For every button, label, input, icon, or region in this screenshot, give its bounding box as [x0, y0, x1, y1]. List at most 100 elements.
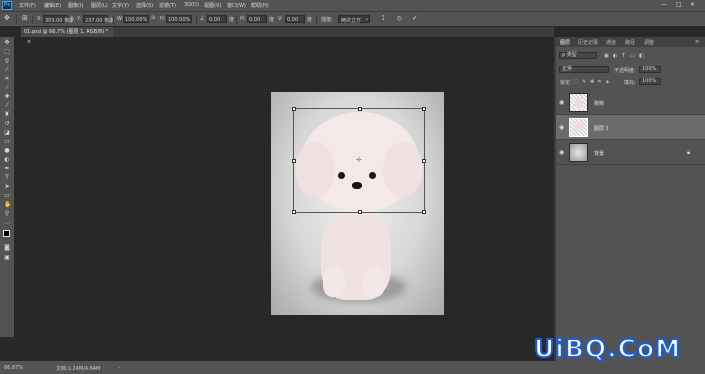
menu-select[interactable]: 选择(S) [136, 2, 153, 9]
layer-row-background[interactable]: ◉ 背景 🔒︎ [556, 140, 705, 165]
menu-window[interactable]: 窗口(W) [227, 2, 246, 9]
quick-select-tool-icon[interactable]: ⁄ [4, 67, 10, 73]
transform-handle-top-right[interactable] [422, 107, 426, 111]
filter-smart-object-icon[interactable]: ◧ [639, 53, 644, 59]
visibility-eye-icon[interactable]: ◉ [559, 99, 564, 106]
healing-brush-tool-icon[interactable]: ✚ [4, 94, 10, 100]
dodge-tool-icon[interactable]: ◐ [4, 157, 10, 163]
hand-tool-icon[interactable]: ✋ [4, 202, 11, 208]
pen-tool-icon[interactable]: ✒ [4, 166, 10, 172]
quick-mask-icon[interactable]: ◙ [4, 245, 10, 251]
transform-handle-top-left[interactable] [292, 107, 296, 111]
eyedropper-tool-icon[interactable]: ⁄ [4, 85, 10, 91]
y-label: Y: [77, 16, 82, 22]
menu-view[interactable]: 视图(V) [204, 2, 221, 9]
clone-stamp-tool-icon[interactable]: ♜ [4, 112, 10, 118]
zoom-tool-icon[interactable]: ⚲ [4, 211, 10, 217]
height-field[interactable]: 100.00% [166, 15, 192, 23]
blur-tool-icon[interactable]: ● [4, 148, 10, 154]
zoom-level[interactable]: 66.67% [4, 365, 23, 371]
lock-pixels-icon[interactable]: ✎ [582, 79, 586, 85]
transform-center-point-icon[interactable]: ✛ [356, 156, 362, 164]
transform-handle-bottom[interactable] [358, 210, 362, 214]
menu-help[interactable]: 帮助(H) [251, 2, 269, 9]
menu-3d[interactable]: 3D(D) [184, 2, 199, 8]
width-field[interactable]: 100.00% [123, 15, 149, 23]
shape-tool-icon[interactable]: ▭ [4, 193, 10, 199]
lock-artboard-icon[interactable]: ⌗ [598, 79, 601, 85]
visibility-eye-icon[interactable]: ◉ [559, 124, 564, 131]
minimize-icon[interactable]: — [661, 1, 667, 8]
eraser-tool-icon[interactable]: ◪ [4, 130, 10, 136]
lasso-tool-icon[interactable]: ϙ [4, 58, 10, 64]
transform-handle-bottom-right[interactable] [422, 210, 426, 214]
gradient-tool-icon[interactable]: ▭ [4, 139, 10, 145]
interpolation-select[interactable]: 两次立方 ⌄ [338, 15, 370, 24]
panel-menu-icon[interactable]: ≡ [695, 39, 699, 45]
fill-field[interactable]: 100% [639, 78, 661, 85]
warp-mode-icon[interactable]: ⟟ [382, 14, 385, 23]
menu-layer[interactable]: 图层(L) [91, 2, 108, 9]
reference-point-icon[interactable]: ⊞ [22, 14, 28, 22]
menu-filter[interactable]: 滤镜(T) [159, 2, 176, 9]
more-tools-icon[interactable]: ⋯ [4, 221, 10, 227]
tab-adjustments[interactable]: 调整 [644, 39, 654, 46]
status-arrow-icon[interactable]: › [118, 365, 120, 371]
close-icon[interactable]: ✕ [690, 1, 695, 8]
interpolation-label: 插值: [321, 17, 333, 23]
type-tool-icon[interactable]: T [4, 175, 10, 181]
dog-head-thumbnail-shape [574, 122, 584, 132]
restore-icon[interactable]: □ [676, 1, 682, 8]
layer-lock-icon[interactable]: 🔒︎ [687, 149, 690, 157]
options-bar: ✥ ⊞ X: 303.00 像素 △ Y: 237.00 像素 W: 100.0… [0, 11, 705, 27]
x-field[interactable]: 303.00 像素 [43, 15, 74, 24]
link-icon[interactable]: ⊖ [151, 15, 155, 21]
transform-handle-top[interactable] [358, 107, 362, 111]
commit-transform-icon[interactable]: ✓ [412, 14, 418, 22]
screen-mode-icon[interactable]: ▣ [4, 255, 10, 261]
move-tool-preset-icon[interactable]: ✥ [4, 14, 10, 22]
vertical-skew-field[interactable]: 0.00 [285, 15, 305, 23]
crop-tool-icon[interactable]: ⌗ [4, 76, 10, 82]
delta-icon[interactable]: △ [70, 15, 74, 21]
lock-position-icon[interactable]: ✥ [590, 79, 594, 85]
filter-adjust-icon[interactable]: ◐ [613, 53, 617, 59]
foreground-color-swatch[interactable] [3, 230, 10, 237]
path-selection-tool-icon[interactable]: ➤ [4, 184, 10, 190]
filter-pixel-icon[interactable]: ▣ [604, 53, 609, 59]
layer-filter-select[interactable]: ρ 类型 [559, 52, 597, 59]
history-brush-tool-icon[interactable]: ↺ [4, 121, 10, 127]
visibility-eye-icon[interactable]: ◉ [559, 149, 564, 156]
opacity-field[interactable]: 100% [639, 66, 661, 73]
tab-history[interactable]: 历史记录 [578, 39, 598, 46]
tab-paths[interactable]: 路径 [625, 39, 635, 46]
move-tool-icon[interactable]: ✥ [4, 40, 10, 46]
menu-image[interactable]: 图像(I) [68, 2, 83, 9]
transform-handle-right[interactable] [422, 159, 426, 163]
filter-shape-icon[interactable]: ▭ [630, 53, 635, 59]
brush-tool-icon[interactable]: ⁄ [4, 103, 10, 109]
menu-type[interactable]: 文字(Y) [112, 2, 129, 9]
transform-handle-bottom-left[interactable] [292, 210, 296, 214]
filter-type-icon[interactable]: T [622, 53, 625, 59]
transform-handle-left[interactable] [292, 159, 296, 163]
rotate-icon: ∠ [200, 16, 205, 22]
menu-edit[interactable]: 编辑(E) [44, 2, 61, 9]
blend-mode-select[interactable]: 正常 [559, 66, 609, 73]
cancel-transform-icon[interactable]: ⦸ [397, 14, 402, 23]
menu-file[interactable]: 文件(F) [19, 2, 36, 9]
marquee-tool-icon[interactable]: ⬚ [4, 49, 10, 55]
y-field[interactable]: 237.00 像素 [83, 15, 114, 24]
angle-field[interactable]: 0.00 [207, 15, 227, 23]
document-tab-title: 01.psd @ 66.7% (图层 1, RGB/8) * [24, 29, 109, 35]
lock-transparent-icon[interactable]: ⬚ [574, 79, 579, 85]
tab-close-icon[interactable]: × [27, 39, 31, 45]
tab-layers[interactable]: 图层 [560, 39, 570, 46]
tab-channels[interactable]: 通道 [606, 39, 616, 46]
layer-row-dog[interactable]: ◉ 狗狗 [556, 90, 705, 115]
lock-all-icon[interactable]: 🔒︎ [606, 79, 609, 85]
free-transform-bounding-box[interactable]: ✛ [292, 107, 426, 214]
horizontal-skew-field[interactable]: 0.00 [247, 15, 267, 23]
document-tab[interactable]: 01.psd @ 66.7% (图层 1, RGB/8) * × [21, 27, 113, 45]
layer-row-layer1[interactable]: ◉ 图层 1 [556, 115, 705, 140]
